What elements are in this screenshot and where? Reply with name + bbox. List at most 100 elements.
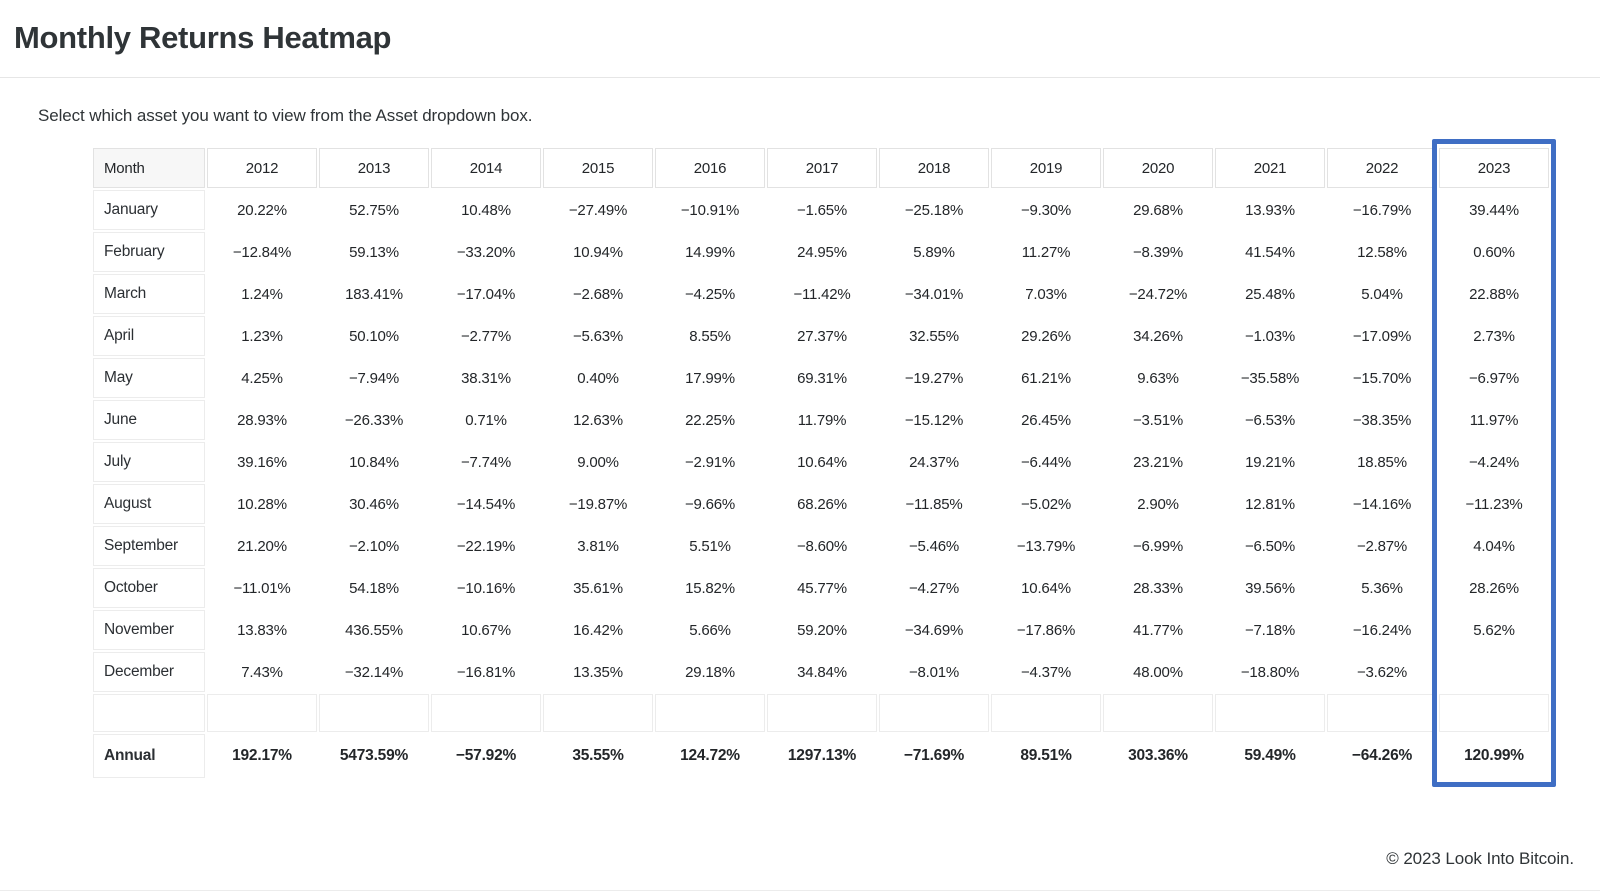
cell-april-2020: 34.26% bbox=[1103, 316, 1213, 356]
footer-copyright: © 2023 Look Into Bitcoin. bbox=[1386, 849, 1574, 868]
cell-august-2022: −14.16% bbox=[1327, 484, 1437, 524]
cell-september-2021: −6.50% bbox=[1215, 526, 1325, 566]
cell-june-2021: −6.53% bbox=[1215, 400, 1325, 440]
month-label: August bbox=[93, 484, 205, 524]
cell-october-2022: 5.36% bbox=[1327, 568, 1437, 608]
cell-august-2020: 2.90% bbox=[1103, 484, 1213, 524]
column-header-2021: 2021 bbox=[1215, 148, 1325, 188]
cell-december-2018: −8.01% bbox=[879, 652, 989, 692]
cell-annual-2021: 59.49% bbox=[1215, 734, 1325, 778]
cell-may-2019: 61.21% bbox=[991, 358, 1101, 398]
cell-march-2023: 22.88% bbox=[1439, 274, 1549, 314]
table-head: Month 2012 2013 2014 2015 2016 2017 2018 2019 202… bbox=[93, 148, 1549, 188]
spacer-label bbox=[93, 694, 205, 732]
cell-june-2012: 28.93% bbox=[207, 400, 317, 440]
cell-july-2021: 19.21% bbox=[1215, 442, 1325, 482]
cell-july-2016: −2.91% bbox=[655, 442, 765, 482]
cell-july-2020: 23.21% bbox=[1103, 442, 1213, 482]
cell-annual-2023: 120.99% bbox=[1439, 734, 1549, 778]
cell-may-2021: −35.58% bbox=[1215, 358, 1325, 398]
cell-june-2023: 11.97% bbox=[1439, 400, 1549, 440]
cell-annual-2016: 124.72% bbox=[655, 734, 765, 778]
heatmap-table-wrap: Month 2012 2013 2014 2015 2016 2017 2018 2019 202… bbox=[91, 139, 1556, 787]
table-body: January 20.22% 52.75% 10.48% −27.49% −10.91% −… bbox=[93, 190, 1549, 778]
spacer-row bbox=[93, 694, 1549, 732]
month-label: April bbox=[93, 316, 205, 356]
month-label: December bbox=[93, 652, 205, 692]
table-row: February −12.84% 59.13% −33.20% 10.94% 14.99%… bbox=[93, 232, 1549, 272]
month-label: May bbox=[93, 358, 205, 398]
cell-january-2014: 10.48% bbox=[431, 190, 541, 230]
cell-february-2023: 0.60% bbox=[1439, 232, 1549, 272]
table-row: August 10.28% 30.46% −14.54% −19.87% −9.66% 68… bbox=[93, 484, 1549, 524]
cell-october-2019: 10.64% bbox=[991, 568, 1101, 608]
month-label: July bbox=[93, 442, 205, 482]
cell-december-2015: 13.35% bbox=[543, 652, 653, 692]
cell-november-2012: 13.83% bbox=[207, 610, 317, 650]
column-header-2018: 2018 bbox=[879, 148, 989, 188]
cell-january-2018: −25.18% bbox=[879, 190, 989, 230]
cell-december-2019: −4.37% bbox=[991, 652, 1101, 692]
cell-august-2019: −5.02% bbox=[991, 484, 1101, 524]
cell-february-2013: 59.13% bbox=[319, 232, 429, 272]
cell-october-2012: −11.01% bbox=[207, 568, 317, 608]
page-header: Monthly Returns Heatmap bbox=[0, 0, 1600, 78]
cell-june-2020: −3.51% bbox=[1103, 400, 1213, 440]
cell-november-2018: −34.69% bbox=[879, 610, 989, 650]
annual-label: Annual bbox=[93, 734, 205, 778]
cell-november-2013: 436.55% bbox=[319, 610, 429, 650]
cell-october-2023: 28.26% bbox=[1439, 568, 1549, 608]
cell-december-2020: 48.00% bbox=[1103, 652, 1213, 692]
cell-march-2020: −24.72% bbox=[1103, 274, 1213, 314]
cell-august-2014: −14.54% bbox=[431, 484, 541, 524]
cell-june-2019: 26.45% bbox=[991, 400, 1101, 440]
cell-november-2016: 5.66% bbox=[655, 610, 765, 650]
cell-blank-2014 bbox=[431, 694, 541, 732]
cell-april-2019: 29.26% bbox=[991, 316, 1101, 356]
cell-july-2018: 24.37% bbox=[879, 442, 989, 482]
cell-blank-2013 bbox=[319, 694, 429, 732]
page-root: Monthly Returns Heatmap Select which ass… bbox=[0, 0, 1600, 891]
cell-march-2017: −11.42% bbox=[767, 274, 877, 314]
column-header-2014: 2014 bbox=[431, 148, 541, 188]
cell-april-2022: −17.09% bbox=[1327, 316, 1437, 356]
cell-october-2021: 39.56% bbox=[1215, 568, 1325, 608]
cell-march-2022: 5.04% bbox=[1327, 274, 1437, 314]
cell-september-2013: −2.10% bbox=[319, 526, 429, 566]
month-label: March bbox=[93, 274, 205, 314]
cell-may-2022: −15.70% bbox=[1327, 358, 1437, 398]
cell-annual-2022: −64.26% bbox=[1327, 734, 1437, 778]
cell-august-2015: −19.87% bbox=[543, 484, 653, 524]
cell-may-2012: 4.25% bbox=[207, 358, 317, 398]
month-label: November bbox=[93, 610, 205, 650]
cell-blank-2022 bbox=[1327, 694, 1437, 732]
cell-october-2016: 15.82% bbox=[655, 568, 765, 608]
cell-october-2015: 35.61% bbox=[543, 568, 653, 608]
column-header-2015: 2015 bbox=[543, 148, 653, 188]
cell-july-2019: −6.44% bbox=[991, 442, 1101, 482]
cell-september-2018: −5.46% bbox=[879, 526, 989, 566]
cell-august-2013: 30.46% bbox=[319, 484, 429, 524]
cell-march-2014: −17.04% bbox=[431, 274, 541, 314]
cell-may-2016: 17.99% bbox=[655, 358, 765, 398]
cell-may-2020: 9.63% bbox=[1103, 358, 1213, 398]
cell-july-2015: 9.00% bbox=[543, 442, 653, 482]
cell-october-2017: 45.77% bbox=[767, 568, 877, 608]
column-header-2016: 2016 bbox=[655, 148, 765, 188]
cell-october-2018: −4.27% bbox=[879, 568, 989, 608]
cell-september-2015: 3.81% bbox=[543, 526, 653, 566]
cell-august-2017: 68.26% bbox=[767, 484, 877, 524]
month-label: October bbox=[93, 568, 205, 608]
cell-blank-2018 bbox=[879, 694, 989, 732]
cell-blank-2015 bbox=[543, 694, 653, 732]
cell-february-2019: 11.27% bbox=[991, 232, 1101, 272]
cell-february-2017: 24.95% bbox=[767, 232, 877, 272]
cell-annual-2013: 5473.59% bbox=[319, 734, 429, 778]
cell-may-2023: −6.97% bbox=[1439, 358, 1549, 398]
cell-august-2023: −11.23% bbox=[1439, 484, 1549, 524]
cell-april-2021: −1.03% bbox=[1215, 316, 1325, 356]
cell-september-2019: −13.79% bbox=[991, 526, 1101, 566]
cell-july-2012: 39.16% bbox=[207, 442, 317, 482]
cell-january-2015: −27.49% bbox=[543, 190, 653, 230]
cell-june-2013: −26.33% bbox=[319, 400, 429, 440]
